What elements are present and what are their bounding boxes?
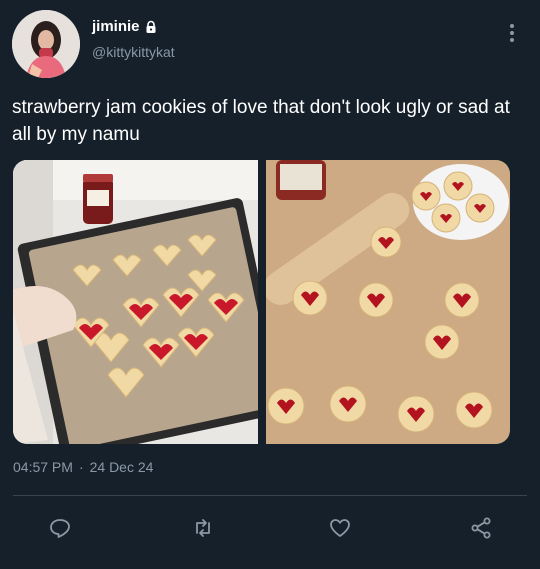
lock-icon: [144, 20, 158, 34]
user-handle[interactable]: @kittykittykat: [92, 44, 175, 60]
photo-cookies-board[interactable]: [266, 160, 510, 444]
tweet-text: strawberry jam cookies of love that don'…: [12, 97, 510, 145]
timestamp[interactable]: 04:57 PM · 24 Dec 24: [13, 459, 153, 475]
media-grid: [13, 160, 510, 444]
heart-icon[interactable]: [326, 514, 354, 542]
more-vertical-icon[interactable]: [505, 22, 519, 44]
share-icon[interactable]: [467, 514, 495, 542]
retweet-icon[interactable]: [189, 514, 217, 542]
action-bar: [0, 508, 540, 548]
avatar[interactable]: [12, 10, 80, 78]
tweet-header: jiminie @kittykittykat: [0, 0, 540, 80]
display-name[interactable]: jiminie: [92, 18, 140, 35]
photo-baking-tray[interactable]: [13, 160, 258, 444]
reply-icon[interactable]: [46, 514, 74, 542]
tweet-time[interactable]: 04:57 PM: [13, 459, 73, 475]
divider: [13, 495, 527, 496]
timestamp-separator: ·: [78, 459, 84, 475]
tweet-date[interactable]: 24 Dec 24: [90, 459, 154, 475]
